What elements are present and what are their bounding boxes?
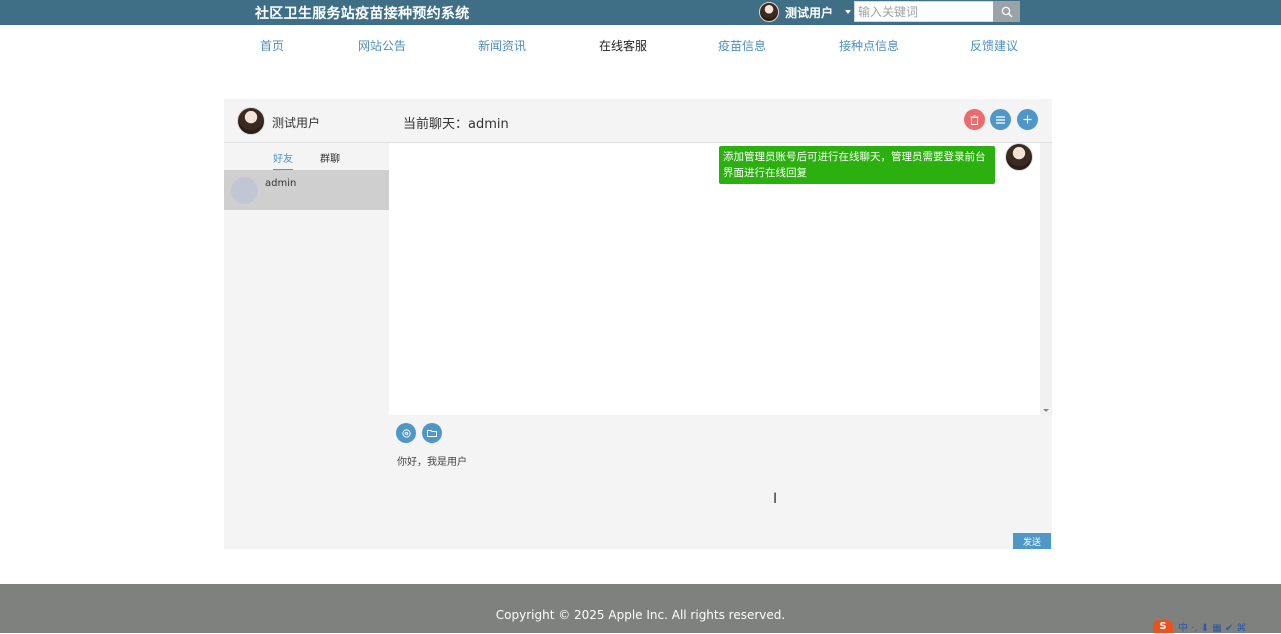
search-input[interactable]: [854, 1, 994, 22]
ime-toolbar[interactable]: S 中 ·, ⬇ ▦ ✔ ⌘: [1153, 620, 1281, 634]
username: 测试用户: [785, 5, 834, 20]
ime-status: 中 ·, ⬇ ▦ ✔ ⌘: [1178, 623, 1247, 634]
menu-button[interactable]: [990, 109, 1011, 130]
contact-name: admin: [265, 178, 297, 189]
add-button[interactable]: [1017, 109, 1038, 130]
scroll-down-arrow-icon[interactable]: [1043, 409, 1049, 412]
message-avatar: [1005, 143, 1033, 171]
user-menu[interactable]: 测试用户: [759, 1, 852, 23]
chat-header: 测试用户 当前聊天：admin: [224, 99, 1052, 143]
message-bubble: 添加管理员账号后可进行在线聊天，管理员需要登录前台界面进行在线回复: [719, 146, 995, 184]
folder-icon: [427, 430, 437, 437]
nav-item-announcements[interactable]: 网站公告: [358, 37, 406, 54]
copyright-text: Copyright © 2025 Apple Inc. All rights r…: [495, 607, 786, 622]
tab-groups[interactable]: 群聊: [320, 150, 340, 169]
search-button[interactable]: [993, 1, 1020, 22]
contact-sidebar: 好友 群聊 admin: [224, 143, 389, 549]
nav-item-home[interactable]: 首页: [260, 37, 284, 54]
message-input[interactable]: 你好，我是用户: [397, 453, 1037, 523]
text-cursor-icon: I: [773, 491, 778, 507]
footer: Copyright © 2025 Apple Inc. All rights r…: [0, 584, 1281, 633]
my-avatar: [237, 107, 265, 135]
contact-item[interactable]: admin: [224, 170, 389, 210]
message-scrollbar[interactable]: [1040, 143, 1052, 415]
main-nav: 首页 网站公告 新闻资讯 在线客服 疫苗信息 接种点信息 反馈建议: [0, 25, 1281, 65]
my-name: 测试用户: [272, 116, 321, 130]
site-title: 社区卫生服务站疫苗接种预约系统: [255, 6, 470, 22]
top-bar: 社区卫生服务站疫苗接种预约系统 测试用户: [0, 0, 1281, 25]
nav-item-online-service[interactable]: 在线客服: [599, 37, 647, 54]
user-avatar: [759, 2, 779, 22]
search-icon: [1001, 6, 1012, 17]
chevron-down-icon: [845, 10, 852, 14]
emoji-icon: [401, 428, 411, 438]
current-chat-title: 当前聊天：admin: [403, 117, 509, 132]
nav-item-vaccine-info[interactable]: 疫苗信息: [718, 37, 766, 54]
nav-item-feedback[interactable]: 反馈建议: [970, 37, 1018, 54]
contact-avatar: [231, 177, 258, 204]
message-composer: 你好，我是用户 发送: [389, 415, 1052, 549]
send-button[interactable]: 发送: [1013, 533, 1051, 549]
nav-item-site-info[interactable]: 接种点信息: [839, 37, 899, 54]
list-icon: [996, 115, 1005, 124]
nav-item-news[interactable]: 新闻资讯: [478, 37, 526, 54]
chat-window: 测试用户 当前聊天：admin 好友 群聊 admin 添加管理员账号后可进行在…: [224, 99, 1052, 549]
tab-friends[interactable]: 好友: [273, 150, 293, 171]
delete-chat-button[interactable]: [964, 109, 985, 130]
message-list[interactable]: 添加管理员账号后可进行在线聊天，管理员需要登录前台界面进行在线回复: [389, 143, 1052, 415]
plus-icon: [1023, 115, 1032, 124]
file-button[interactable]: [422, 423, 442, 443]
ime-logo: S: [1153, 620, 1173, 633]
emoji-button[interactable]: [396, 423, 416, 443]
trash-icon: [970, 114, 979, 125]
